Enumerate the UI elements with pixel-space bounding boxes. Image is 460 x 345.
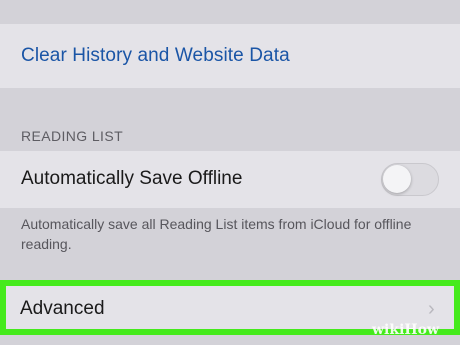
auto-save-offline-toggle[interactable]	[381, 163, 439, 196]
toggle-knob	[383, 165, 411, 193]
reading-list-footer-text: Automatically save all Reading List item…	[21, 216, 412, 252]
reading-list-section-header: READING LIST	[21, 128, 124, 144]
auto-save-offline-label: Automatically Save Offline	[21, 168, 243, 189]
auto-save-offline-row: Automatically Save Offline	[0, 151, 460, 208]
advanced-label: Advanced	[20, 298, 105, 319]
clear-history-link[interactable]: Clear History and Website Data	[21, 45, 290, 67]
watermark-wiki: wiki	[372, 322, 405, 338]
chevron-right-icon: ›	[428, 298, 435, 320]
clear-history-row[interactable]: Clear History and Website Data	[0, 24, 460, 88]
wikihow-watermark: wikiHow	[372, 322, 439, 338]
watermark-how: How	[404, 322, 440, 338]
